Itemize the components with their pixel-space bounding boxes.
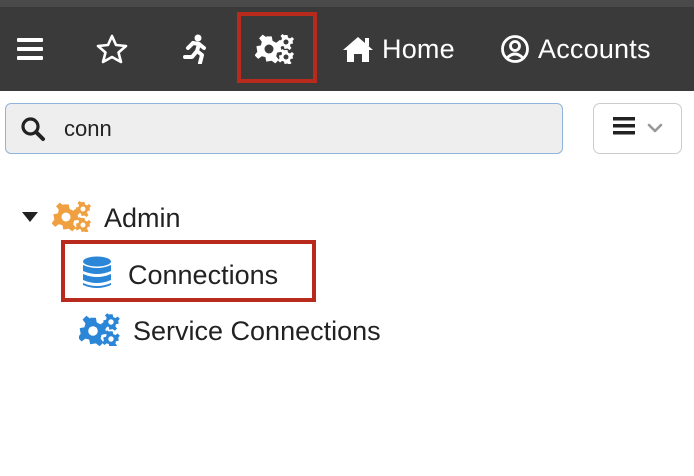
- gears-icon: [51, 200, 92, 237]
- top-navigation-bar: Home Accounts: [0, 7, 694, 91]
- gears-icon: [77, 312, 121, 351]
- user-circle-icon: [500, 34, 530, 64]
- star-icon: [96, 34, 128, 64]
- running-person-icon: [182, 34, 208, 64]
- window-top-strip: [0, 0, 694, 7]
- tree-group-label: Admin: [104, 202, 181, 233]
- search-field[interactable]: [5, 103, 563, 154]
- hamburger-menu-icon: [17, 38, 43, 60]
- search-icon: [20, 116, 46, 142]
- favorites-button[interactable]: [96, 7, 128, 91]
- home-nav-link[interactable]: Home: [342, 7, 455, 91]
- chevron-down-icon: [647, 120, 663, 138]
- hamburger-menu-button[interactable]: [17, 7, 43, 91]
- home-nav-label: Home: [382, 33, 455, 64]
- connections-highlight: [61, 240, 316, 302]
- caret-down-icon[interactable]: [22, 209, 38, 227]
- tree-item-label: Service Connections: [133, 315, 381, 346]
- tree-group-admin[interactable]: Admin: [22, 199, 181, 237]
- list-icon: [612, 117, 635, 140]
- search-input[interactable]: [64, 115, 524, 142]
- tree-item-service-connections[interactable]: Service Connections: [77, 311, 381, 351]
- activity-button[interactable]: [182, 7, 208, 91]
- accounts-nav-label: Accounts: [538, 33, 651, 64]
- accounts-nav-link[interactable]: Accounts: [500, 7, 651, 91]
- gears-button-highlight: [237, 12, 317, 83]
- home-icon: [342, 35, 374, 63]
- view-options-button[interactable]: [593, 103, 682, 154]
